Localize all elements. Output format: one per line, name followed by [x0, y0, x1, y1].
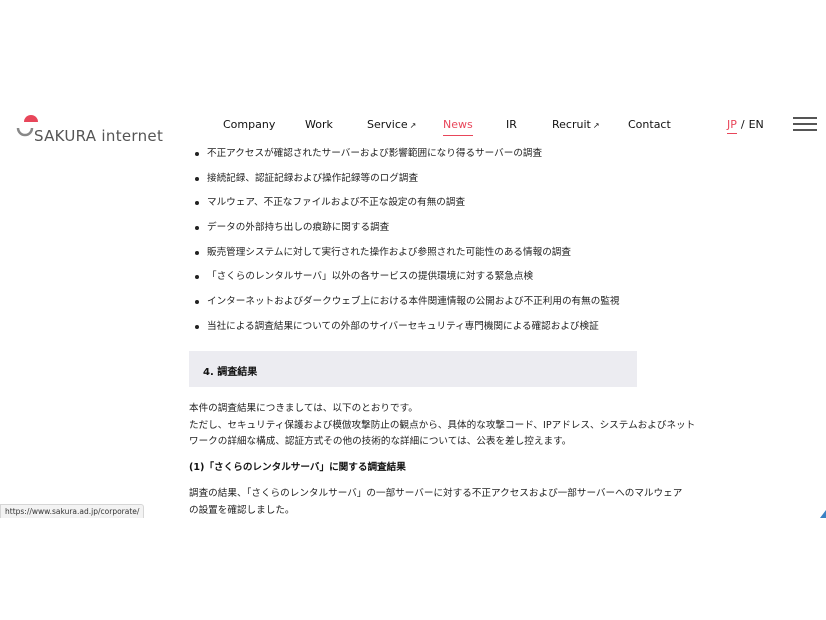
nav-company[interactable]: Company: [223, 118, 275, 131]
nav-work[interactable]: Work: [305, 118, 333, 131]
external-link-icon: ↗: [592, 121, 600, 130]
lang-en[interactable]: EN: [749, 118, 764, 131]
results-paragraph-2: 調査の結果、「さくらのレンタルサーバ」の一部サーバーに対する不正アクセスおよび一…: [189, 486, 683, 518]
list-item: インターネットおよびダークウェブ上における本件関連情報の公開および不正利用の有無…: [195, 294, 635, 319]
list-item: 不正アクセスが確認されたサーバーおよび影響範囲になり得るサーバーの調査: [195, 146, 635, 171]
nav-service[interactable]: Service ↗: [367, 118, 416, 131]
list-item: 「さくらのレンタルサーバ」以外の各サービスの提供環境に対する緊急点検: [195, 269, 635, 294]
bottom-margin: [0, 518, 826, 620]
results-paragraph: 本件の調査結果につきましては、以下のとおりです。 ただし、セキュリティ保護および…: [189, 401, 696, 451]
nav-recruit[interactable]: Recruit ↗: [552, 118, 600, 131]
list-item: マルウェア、不正なファイルおよび不正な設定の有無の調査: [195, 195, 635, 220]
hamburger-menu-icon[interactable]: [793, 116, 817, 132]
nav-news[interactable]: News: [443, 118, 473, 136]
list-item: 接続記録、認証記録および操作記録等のログ調査: [195, 171, 635, 196]
section-heading-box: 4. 調査結果: [189, 351, 637, 387]
page-viewport: SAKURA internet Company Work Service ↗ Ne…: [0, 100, 826, 518]
external-link-icon: ↗: [409, 121, 417, 130]
subheading: (1)「さくらのレンタルサーバ」に関する調査結果: [189, 462, 406, 473]
list-item: 当社による調査結果についての外部のサイバーセキュリティ専門機関による確認および検…: [195, 319, 635, 344]
paragraph-line: の設置を確認しました。: [189, 504, 295, 516]
paragraph-line: 本件の調査結果につきましては、以下のとおりです。: [189, 403, 418, 414]
lang-separator: /: [740, 118, 745, 131]
list-item: 販売管理システムに対して実行された操作および参照された可能性のある情報の調査: [195, 245, 635, 270]
nav-ir[interactable]: IR: [506, 118, 517, 131]
lang-jp[interactable]: JP: [727, 118, 737, 131]
nav-contact[interactable]: Contact: [628, 118, 671, 131]
paragraph-line: 調査の結果、「さくらのレンタルサーバ」の一部サーバーに対する不正アクセスおよび一…: [189, 488, 683, 499]
nav-recruit-label: Recruit: [552, 118, 591, 131]
nav-service-label: Service: [367, 118, 408, 131]
window-corner-icon: [820, 510, 826, 518]
investigation-list: 不正アクセスが確認されたサーバーおよび影響範囲になり得るサーバーの調査 接続記録…: [195, 146, 635, 344]
section-title: 4. 調査結果: [203, 367, 258, 378]
main-nav: Company Work Service ↗ News IR Recruit ↗ C…: [0, 118, 826, 138]
paragraph-line: ワークの詳細な構成、認証方式その他の技術的な詳細については、公表を差し控えます。: [189, 436, 572, 447]
list-item: データの外部持ち出しの痕跡に関する調査: [195, 220, 635, 245]
paragraph-line: ただし、セキュリティ保護および模倣攻撃防止の観点から、具体的な攻撃コード、IPア…: [189, 419, 696, 431]
status-bar-url: https://www.sakura.ad.jp/corporate/: [0, 504, 145, 518]
language-switcher: JP / EN: [727, 118, 764, 131]
